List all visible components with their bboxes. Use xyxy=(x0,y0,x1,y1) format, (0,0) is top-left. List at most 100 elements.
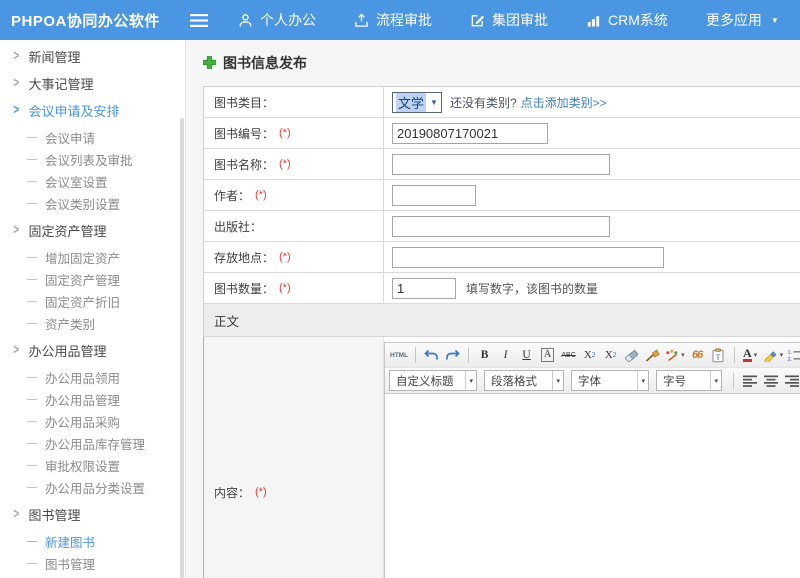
sidebar-item-supplies-claim[interactable]: —办公用品领用 xyxy=(0,366,185,388)
custom-title-dropdown[interactable]: 自定义标题▾ xyxy=(389,370,477,391)
book-number-input[interactable] xyxy=(392,123,548,144)
editor-cell: HTML B I U A ABC X2 X2 xyxy=(384,337,800,578)
font-size-dropdown[interactable]: 字号▾ xyxy=(656,370,722,391)
form-row-content: 内容： (*) HTML B I U xyxy=(203,337,800,578)
sidebar-item-label: 大事记管理 xyxy=(28,74,93,93)
nav-label: 流程审批 xyxy=(376,10,432,30)
required-mark: (*) xyxy=(255,486,267,498)
dash-icon: — xyxy=(27,558,37,569)
dash-icon: — xyxy=(27,274,37,285)
topbar: PHPOA协同办公软件 个人办公 流程审批 集团审批 xyxy=(0,0,800,40)
caret-down-icon: ▼ xyxy=(771,16,779,25)
book-name-input[interactable] xyxy=(392,154,610,175)
eraser-icon[interactable] xyxy=(622,345,641,365)
underline-button[interactable]: U xyxy=(517,345,536,365)
sidebar-item-new-book[interactable]: —新建图书 xyxy=(0,530,185,552)
editor-content[interactable] xyxy=(385,394,800,578)
nav-group-approval[interactable]: 集团审批 xyxy=(470,10,548,30)
italic-button[interactable]: I xyxy=(496,345,515,365)
sidebar-item-book-management[interactable]: >图书管理 xyxy=(0,503,185,525)
align-right-icon[interactable] xyxy=(782,371,800,391)
quantity-input[interactable] xyxy=(392,278,456,299)
format-brush-icon[interactable] xyxy=(643,345,662,365)
redo-icon[interactable] xyxy=(443,345,462,365)
sidebar-item-news[interactable]: >新闻管理 xyxy=(0,45,185,67)
caret-down-icon: ▾ xyxy=(552,371,563,390)
book-form: 图书类目： 文学 ▼ 还没有类别? 点击添加类别>> 图书编号：(*) 图书名称… xyxy=(203,86,800,578)
bar-chart-icon xyxy=(586,13,601,28)
sidebar: >新闻管理 >大事记管理 >会议申请及安排 —会议申请 —会议列表及审批 —会议… xyxy=(0,40,186,578)
workflow-icon xyxy=(354,13,369,28)
superscript-button[interactable]: X2 xyxy=(580,345,599,365)
font-family-dropdown[interactable]: 字体▾ xyxy=(571,370,649,391)
sidebar-item-asset-manage[interactable]: —固定资产管理 xyxy=(0,268,185,290)
strikethrough-button[interactable]: ABC xyxy=(559,345,578,365)
form-row-author: 作者：(*) xyxy=(203,180,800,211)
location-input[interactable] xyxy=(392,247,664,268)
sidebar-item-meeting-list[interactable]: —会议列表及审批 xyxy=(0,148,185,170)
category-select[interactable]: 文学 ▼ xyxy=(392,92,442,113)
sidebar-item-book-manage[interactable]: —图书管理 xyxy=(0,552,185,574)
blockquote-button[interactable]: 66 xyxy=(688,345,707,365)
author-input[interactable] xyxy=(392,185,476,206)
paste-icon[interactable]: T xyxy=(709,345,728,365)
sup-base: X xyxy=(584,349,592,361)
paragraph-format-dropdown[interactable]: 段落格式▾ xyxy=(484,370,564,391)
sidebar-item-supplies-inventory[interactable]: —办公用品库存管理 xyxy=(0,432,185,454)
toolbar-separator xyxy=(733,373,734,389)
subscript-button[interactable]: X2 xyxy=(601,345,620,365)
chevron-right-icon: > xyxy=(13,49,19,64)
sidebar-item-supplies-category[interactable]: —办公用品分类设置 xyxy=(0,476,185,498)
dash-icon: — xyxy=(27,318,37,329)
toolbar-separator xyxy=(415,347,416,363)
required-mark: (*) xyxy=(279,127,291,139)
field-label: 图书名称： xyxy=(214,156,274,173)
ordered-list-icon[interactable]: 1.2.▾ xyxy=(786,345,800,365)
app-logo: PHPOA协同办公软件 xyxy=(0,10,186,31)
sidebar-item-asset-category[interactable]: —资产类别 xyxy=(0,312,185,334)
nav-personal-office[interactable]: 个人办公 xyxy=(238,10,316,30)
sidebar-scrollbar[interactable] xyxy=(180,118,184,578)
field-label: 图书数量： xyxy=(214,280,274,297)
sidebar-item-add-asset[interactable]: —增加固定资产 xyxy=(0,246,185,268)
quantity-hint: 填写数字，该图书的数量 xyxy=(466,280,598,297)
sidebar-item-memorabilia[interactable]: >大事记管理 xyxy=(0,72,185,94)
sidebar-item-label: 审批权限设置 xyxy=(45,456,120,475)
align-center-icon[interactable] xyxy=(761,371,780,391)
char-border-button[interactable]: A xyxy=(541,348,554,362)
publisher-input[interactable] xyxy=(392,216,610,237)
bold-button[interactable]: B xyxy=(475,345,494,365)
svg-text:1.: 1. xyxy=(788,350,793,356)
sidebar-item-meeting-room[interactable]: —会议室设置 xyxy=(0,170,185,192)
caret-down-icon: ▾ xyxy=(637,371,648,390)
sidebar-item-asset-depreciation[interactable]: —固定资产折旧 xyxy=(0,290,185,312)
nav-more-apps[interactable]: 更多应用 ▼ xyxy=(706,10,779,30)
sidebar-item-supplies-manage[interactable]: —办公用品管理 xyxy=(0,388,185,410)
highlight-pen-icon[interactable]: ▾ xyxy=(762,345,785,365)
sidebar-item-fixed-assets[interactable]: >固定资产管理 xyxy=(0,219,185,241)
align-left-icon[interactable] xyxy=(740,371,759,391)
font-color-button[interactable]: A▾ xyxy=(741,345,760,365)
nav-label: 更多应用 xyxy=(706,10,762,30)
sidebar-item-meeting-apply[interactable]: —会议申请 xyxy=(0,126,185,148)
editor-toolbar-row1: HTML B I U A ABC X2 X2 xyxy=(385,343,800,368)
dash-icon: — xyxy=(27,176,37,187)
sub-base: X xyxy=(605,349,613,361)
sidebar-item-meeting-category[interactable]: —会议类别设置 xyxy=(0,192,185,214)
sidebar-item-supplies-purchase[interactable]: —办公用品采购 xyxy=(0,410,185,432)
html-source-button[interactable]: HTML xyxy=(389,345,409,365)
menu-toggle-button[interactable] xyxy=(190,14,208,27)
caret-down-icon: ▾ xyxy=(780,351,784,359)
nav-crm-system[interactable]: CRM系统 xyxy=(586,10,668,30)
form-row-book-name: 图书名称：(*) xyxy=(203,149,800,180)
form-row-publisher: 出版社： xyxy=(203,211,800,242)
add-category-link[interactable]: 点击添加类别>> xyxy=(521,94,607,111)
sidebar-item-office-supplies[interactable]: >办公用品管理 xyxy=(0,339,185,361)
undo-icon[interactable] xyxy=(422,345,441,365)
autotypeset-icon[interactable]: ▾ xyxy=(664,345,686,365)
nav-workflow-approval[interactable]: 流程审批 xyxy=(354,10,432,30)
sidebar-item-approval-permission[interactable]: —审批权限设置 xyxy=(0,454,185,476)
hamburger-icon xyxy=(190,14,208,27)
sidebar-item-label: 办公用品分类设置 xyxy=(45,478,145,497)
sidebar-item-meeting-management[interactable]: >会议申请及安排 xyxy=(0,99,185,121)
